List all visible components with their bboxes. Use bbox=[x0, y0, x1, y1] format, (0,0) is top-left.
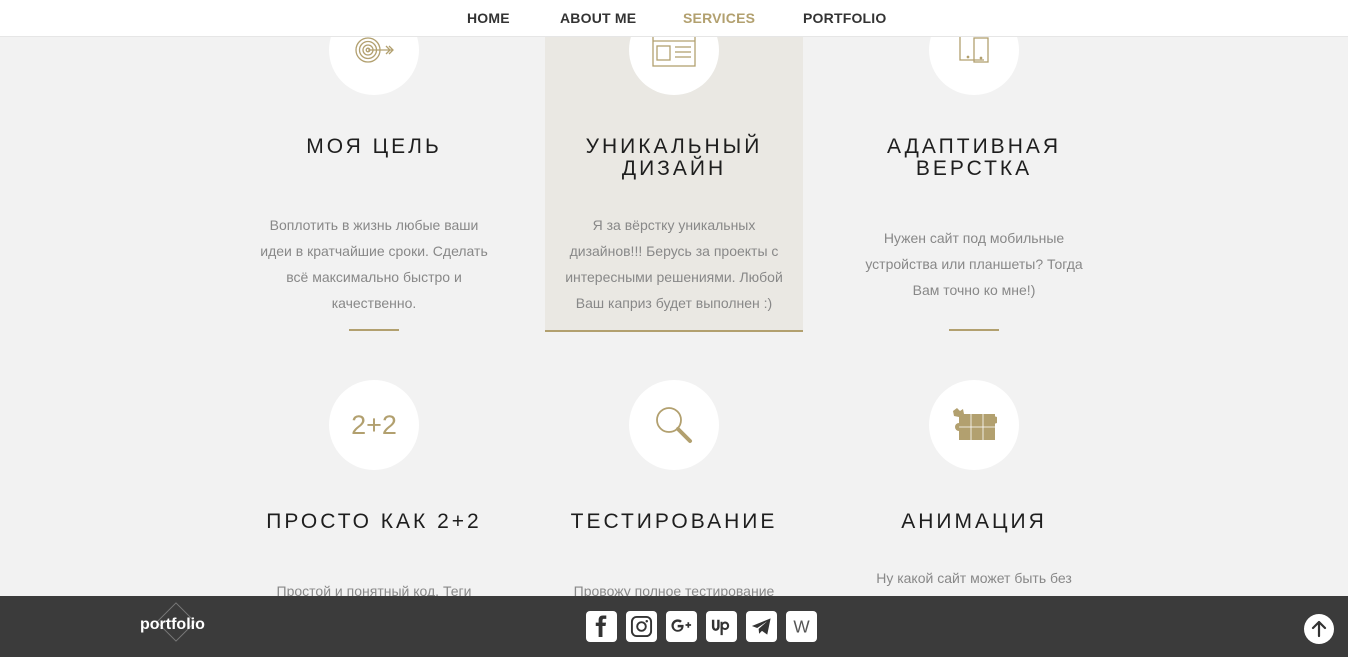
target-icon bbox=[355, 37, 394, 63]
logo-text: portfolio bbox=[140, 616, 205, 633]
svg-text:W: W bbox=[793, 616, 810, 636]
service-description: Ну какой сайт может быть без bbox=[876, 570, 1072, 586]
footer: portfolio W bbox=[0, 596, 1348, 657]
top-navigation: HOME ABOUT ME SERVICES PORTFOLIO bbox=[0, 0, 1348, 37]
service-icon-circle bbox=[929, 380, 1019, 470]
service-card-testing: ТЕСТИРОВАНИЕ Провожу полное тестирование bbox=[545, 380, 803, 599]
nav-about-me[interactable]: ABOUT ME bbox=[560, 10, 636, 26]
footer-logo[interactable]: portfolio bbox=[140, 602, 210, 642]
service-title: ТЕСТИРОВАНИЕ bbox=[570, 510, 778, 533]
service-divider bbox=[949, 329, 999, 331]
service-card-animation: АНИМАЦИЯ Ну какой сайт может быть без bbox=[845, 380, 1103, 596]
google-plus-link[interactable] bbox=[666, 611, 697, 642]
telegram-link[interactable] bbox=[746, 611, 777, 642]
arrow-up-icon bbox=[1311, 620, 1327, 638]
upwork-icon bbox=[711, 619, 730, 636]
nav-home[interactable]: HOME bbox=[467, 10, 510, 26]
service-description: Нужен сайт под мобильные устройства или … bbox=[865, 230, 1083, 298]
wiki-link[interactable]: W bbox=[786, 611, 817, 642]
google-plus-icon bbox=[671, 619, 692, 632]
service-title: ПРОСТО КАК 2+2 bbox=[266, 510, 482, 533]
web-layout-icon bbox=[652, 33, 696, 67]
service-title: АДАПТИВНАЯ ВЕРСТКА bbox=[886, 135, 1062, 180]
facebook-link[interactable] bbox=[586, 611, 617, 642]
service-card-goal: МОЯ ЦЕЛЬ Воплотить в жизнь любые ваши ид… bbox=[245, 0, 503, 332]
scroll-to-top-button[interactable] bbox=[1304, 614, 1334, 644]
service-icon-circle: 2+2 bbox=[329, 380, 419, 470]
nav-portfolio[interactable]: PORTFOLIO bbox=[803, 10, 886, 26]
service-title: МОЯ ЦЕЛЬ bbox=[306, 135, 442, 158]
service-card-simple: 2+2 ПРОСТО КАК 2+2 Простой и понятный ко… bbox=[245, 380, 503, 599]
service-title: АНИМАЦИЯ bbox=[901, 510, 1047, 533]
service-card-adaptive: АДАПТИВНАЯ ВЕРСТКА Нужен сайт под мобиль… bbox=[845, 0, 1103, 332]
puzzle-icon bbox=[953, 408, 997, 440]
service-icon-circle bbox=[629, 380, 719, 470]
facebook-icon bbox=[595, 615, 607, 638]
wiki-icon: W bbox=[793, 616, 810, 636]
service-divider bbox=[349, 329, 399, 331]
magnifier-icon bbox=[656, 407, 692, 443]
service-title: УНИКАЛЬНЫЙ ДИЗАЙН bbox=[585, 135, 763, 180]
upwork-link[interactable] bbox=[706, 611, 737, 642]
two-plus-two-icon: 2+2 bbox=[351, 409, 397, 440]
service-description: Я за вёрстку уникальных дизайнов!!! Беру… bbox=[565, 217, 783, 311]
instagram-icon bbox=[630, 615, 653, 638]
telegram-icon bbox=[751, 618, 771, 635]
instagram-link[interactable] bbox=[626, 611, 657, 642]
service-description: Воплотить в жизнь любые ваши идеи в крат… bbox=[260, 217, 488, 311]
nav-services[interactable]: SERVICES bbox=[683, 10, 755, 26]
service-card-unique-design: УНИКАЛЬНЫЙ ДИЗАЙН Я за вёрстку уникальны… bbox=[545, 0, 803, 332]
